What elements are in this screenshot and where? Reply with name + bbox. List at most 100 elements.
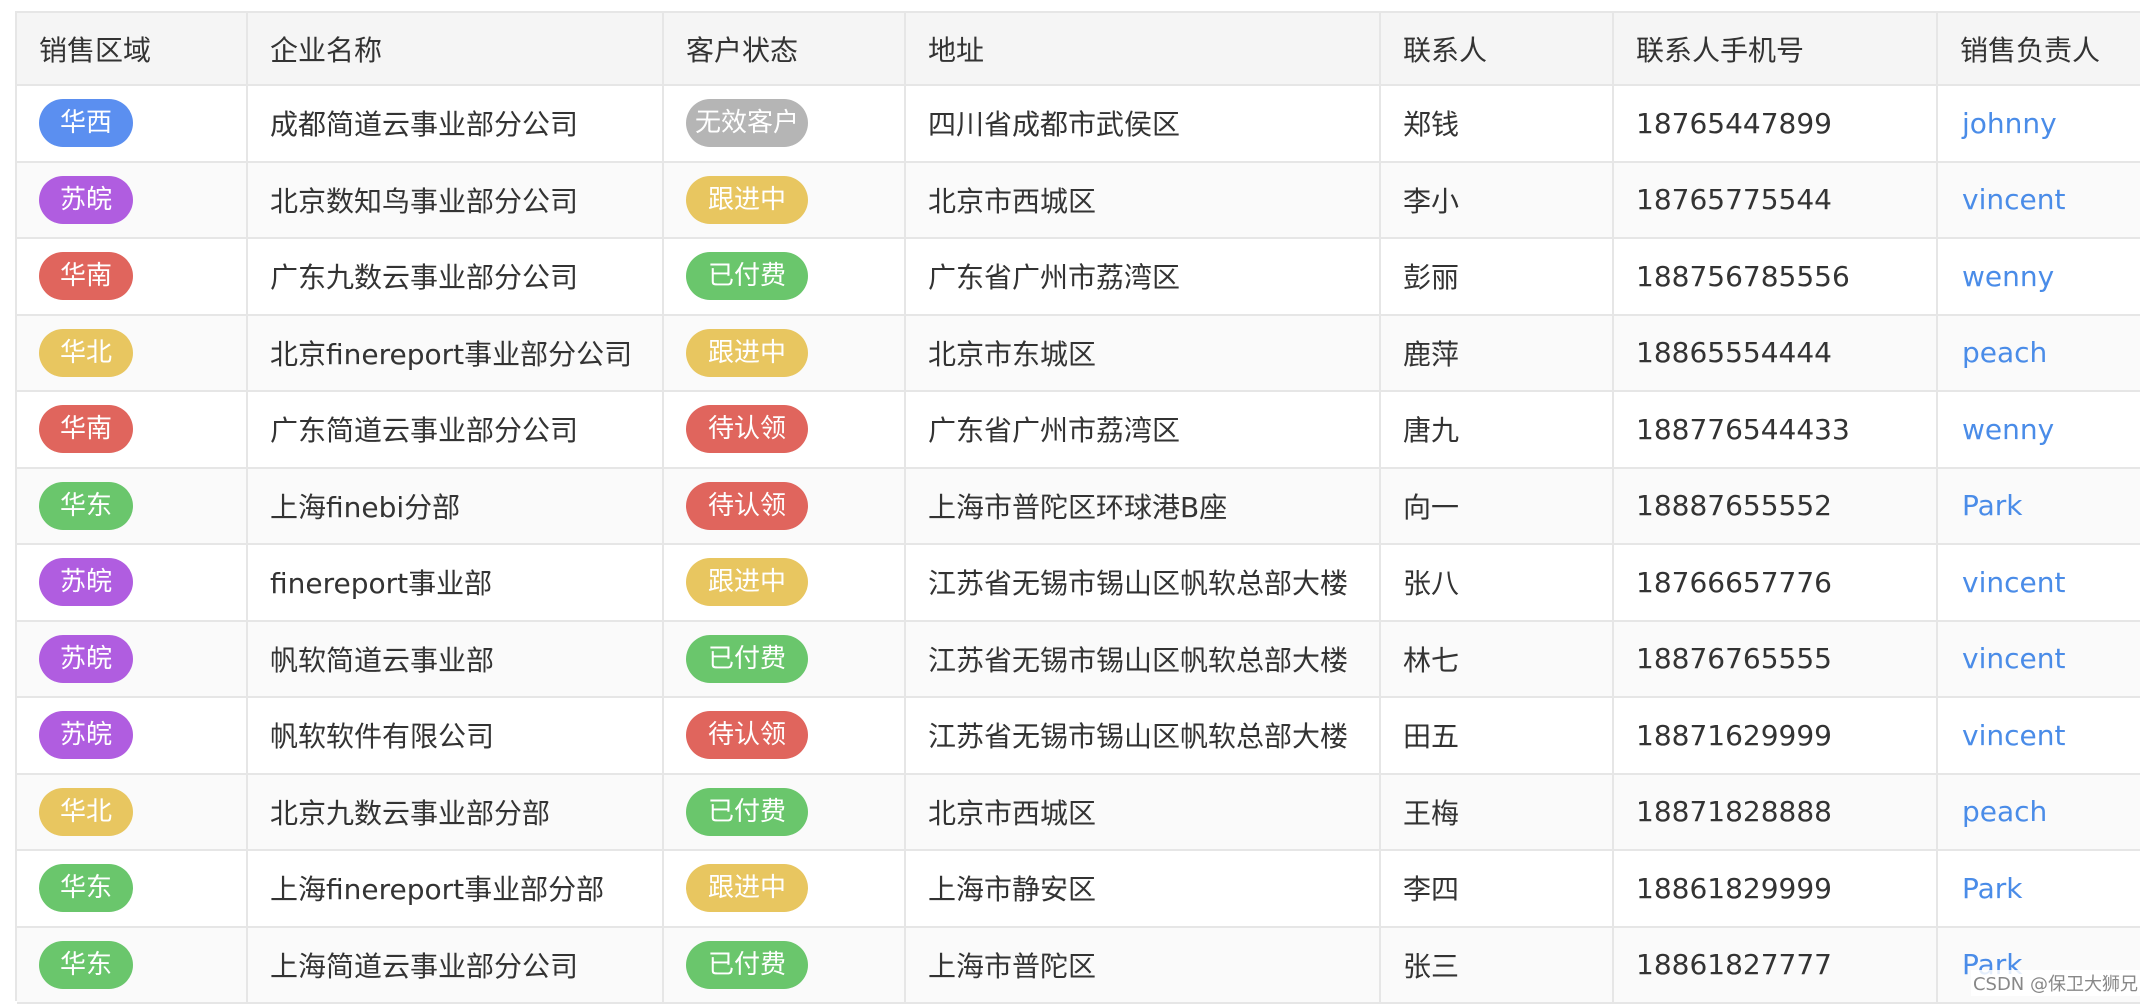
sales-owner-link[interactable]: Park bbox=[1937, 850, 2140, 928]
sales-owner-link[interactable]: vincent bbox=[1937, 544, 2140, 622]
table-row[interactable]: 华北 北京finereport事业部分公司 跟进中 北京市东城区 鹿萍 188655544… bbox=[17, 314, 2140, 392]
region-cell: 华北 bbox=[17, 773, 248, 851]
company-cell: 成都简道云事业部分公司 bbox=[247, 85, 664, 163]
table-row[interactable]: 苏皖 帆软软件有限公司 待认领 江苏省无锡市锡山区帆软总部大楼 田五 1887162999… bbox=[17, 697, 2140, 775]
company-cell: 广东九数云事业部分公司 bbox=[247, 238, 664, 316]
address-cell: 江苏省无锡市锡山区帆软总部大楼 bbox=[905, 620, 1381, 698]
sales-owner-link[interactable]: peach bbox=[1937, 314, 2140, 392]
company-cell: 北京finereport事业部分公司 bbox=[247, 314, 664, 392]
status-badge: 跟进中 bbox=[686, 558, 808, 607]
contact-cell: 鹿萍 bbox=[1380, 314, 1614, 392]
status-badge: 待认领 bbox=[686, 711, 808, 760]
contact-cell: 郑钱 bbox=[1380, 85, 1614, 163]
status-badge: 已付费 bbox=[686, 787, 808, 836]
phone-cell: 18887655552 bbox=[1613, 467, 1938, 545]
region-badge: 华南 bbox=[39, 252, 133, 301]
contact-cell: 李四 bbox=[1380, 850, 1614, 928]
status-cell: 跟进中 bbox=[663, 544, 906, 622]
column-header-contact[interactable]: 联系人 bbox=[1380, 13, 1614, 86]
status-cell: 待认领 bbox=[663, 391, 906, 469]
company-cell: 帆软软件有限公司 bbox=[247, 697, 664, 775]
contact-cell: 王梅 bbox=[1380, 773, 1614, 851]
column-header-phone[interactable]: 联系人手机号 bbox=[1613, 13, 1938, 86]
contact-cell: 彭丽 bbox=[1380, 238, 1614, 316]
phone-cell: 18876765555 bbox=[1613, 620, 1938, 698]
region-cell: 华西 bbox=[17, 85, 248, 163]
table-row[interactable]: 华东 上海简道云事业部分公司 已付费 上海市普陀区 张三 18861827777 Park bbox=[17, 926, 2140, 1004]
column-header-company[interactable]: 企业名称 bbox=[247, 13, 664, 86]
status-badge: 跟进中 bbox=[686, 328, 808, 377]
region-cell: 华南 bbox=[17, 238, 248, 316]
address-cell: 北京市西城区 bbox=[905, 161, 1381, 239]
table-row[interactable]: 苏皖 帆软简道云事业部 已付费 江苏省无锡市锡山区帆软总部大楼 林七 1887676555… bbox=[17, 620, 2140, 698]
address-cell: 上海市普陀区环球港B座 bbox=[905, 467, 1381, 545]
phone-cell: 188756785556 bbox=[1613, 238, 1938, 316]
table-row[interactable]: 苏皖 北京数知鸟事业部分公司 跟进中 北京市西城区 李小 18765775544 vince… bbox=[17, 161, 2140, 239]
phone-cell: 188776544433 bbox=[1613, 391, 1938, 469]
address-cell: 广东省广州市荔湾区 bbox=[905, 238, 1381, 316]
contact-cell: 田五 bbox=[1380, 697, 1614, 775]
region-badge: 华南 bbox=[39, 405, 133, 454]
column-header-status[interactable]: 客户状态 bbox=[663, 13, 906, 86]
address-cell: 江苏省无锡市锡山区帆软总部大楼 bbox=[905, 697, 1381, 775]
status-cell: 待认领 bbox=[663, 467, 906, 545]
region-badge: 苏皖 bbox=[39, 634, 133, 683]
sales-owner-link[interactable]: peach bbox=[1937, 773, 2140, 851]
region-cell: 华北 bbox=[17, 314, 248, 392]
address-cell: 北京市西城区 bbox=[905, 773, 1381, 851]
status-badge: 待认领 bbox=[686, 481, 808, 530]
company-cell: 北京九数云事业部分部 bbox=[247, 773, 664, 851]
contact-cell: 张八 bbox=[1380, 544, 1614, 622]
sales-owner-link[interactable]: vincent bbox=[1937, 697, 2140, 775]
status-badge: 已付费 bbox=[686, 252, 808, 301]
status-cell: 跟进中 bbox=[663, 850, 906, 928]
region-cell: 苏皖 bbox=[17, 620, 248, 698]
status-cell: 跟进中 bbox=[663, 161, 906, 239]
table-body: 华西 成都简道云事业部分公司 无效客户 四川省成都市武侯区 郑钱 18765447899 j… bbox=[17, 85, 2140, 1004]
region-cell: 华南 bbox=[17, 391, 248, 469]
region-badge: 华东 bbox=[39, 864, 133, 913]
table-row[interactable]: 苏皖 finereport事业部 跟进中 江苏省无锡市锡山区帆软总部大楼 张八 18766… bbox=[17, 544, 2140, 622]
table-row[interactable]: 华南 广东简道云事业部分公司 待认领 广东省广州市荔湾区 唐九 188776544433 w… bbox=[17, 391, 2140, 469]
sales-owner-link[interactable]: vincent bbox=[1937, 161, 2140, 239]
address-cell: 上海市普陀区 bbox=[905, 926, 1381, 1004]
column-header-sales[interactable]: 销售负责人 bbox=[1937, 13, 2140, 86]
phone-cell: 18766657776 bbox=[1613, 544, 1938, 622]
status-cell: 已付费 bbox=[663, 773, 906, 851]
phone-cell: 18871629999 bbox=[1613, 697, 1938, 775]
column-header-region[interactable]: 销售区域 bbox=[17, 13, 248, 86]
header-row: 销售区域 企业名称 客户状态 地址 联系人 联系人手机号 销售负责人 bbox=[17, 13, 2140, 86]
sales-owner-link[interactable]: vincent bbox=[1937, 620, 2140, 698]
sales-owner-link[interactable]: wenny bbox=[1937, 238, 2140, 316]
status-cell: 待认领 bbox=[663, 697, 906, 775]
table-row[interactable]: 华西 成都简道云事业部分公司 无效客户 四川省成都市武侯区 郑钱 18765447899 j… bbox=[17, 85, 2140, 163]
region-badge: 华北 bbox=[39, 328, 133, 377]
contact-cell: 张三 bbox=[1380, 926, 1614, 1004]
region-badge: 华东 bbox=[39, 481, 133, 530]
region-cell: 华东 bbox=[17, 926, 248, 1004]
phone-cell: 18865554444 bbox=[1613, 314, 1938, 392]
status-badge: 跟进中 bbox=[686, 864, 808, 913]
company-cell: 上海finereport事业部分部 bbox=[247, 850, 664, 928]
sales-owner-link[interactable]: johnny bbox=[1937, 85, 2140, 163]
table-row[interactable]: 华南 广东九数云事业部分公司 已付费 广东省广州市荔湾区 彭丽 188756785556 w… bbox=[17, 238, 2140, 316]
region-badge: 华东 bbox=[39, 940, 133, 989]
status-cell: 已付费 bbox=[663, 926, 906, 1004]
customer-table: 销售区域 企业名称 客户状态 地址 联系人 联系人手机号 销售负责人 华西 成都简… bbox=[17, 13, 2140, 1004]
table-row[interactable]: 华东 上海finebi分部 待认领 上海市普陀区环球港B座 向一 18887655552 P… bbox=[17, 467, 2140, 545]
company-cell: 上海finebi分部 bbox=[247, 467, 664, 545]
status-cell: 无效客户 bbox=[663, 85, 906, 163]
column-header-address[interactable]: 地址 bbox=[905, 13, 1381, 86]
table-row[interactable]: 华东 上海finereport事业部分部 跟进中 上海市静安区 李四 1886182999… bbox=[17, 850, 2140, 928]
sales-owner-link[interactable]: Park bbox=[1937, 467, 2140, 545]
company-cell: 帆软简道云事业部 bbox=[247, 620, 664, 698]
table-row[interactable]: 华北 北京九数云事业部分部 已付费 北京市西城区 王梅 18871828888 peach bbox=[17, 773, 2140, 851]
status-badge: 跟进中 bbox=[686, 175, 808, 224]
status-cell: 已付费 bbox=[663, 238, 906, 316]
address-cell: 江苏省无锡市锡山区帆软总部大楼 bbox=[905, 544, 1381, 622]
region-cell: 华东 bbox=[17, 850, 248, 928]
region-cell: 华东 bbox=[17, 467, 248, 545]
company-cell: 北京数知鸟事业部分公司 bbox=[247, 161, 664, 239]
sales-owner-link[interactable]: wenny bbox=[1937, 391, 2140, 469]
status-cell: 已付费 bbox=[663, 620, 906, 698]
